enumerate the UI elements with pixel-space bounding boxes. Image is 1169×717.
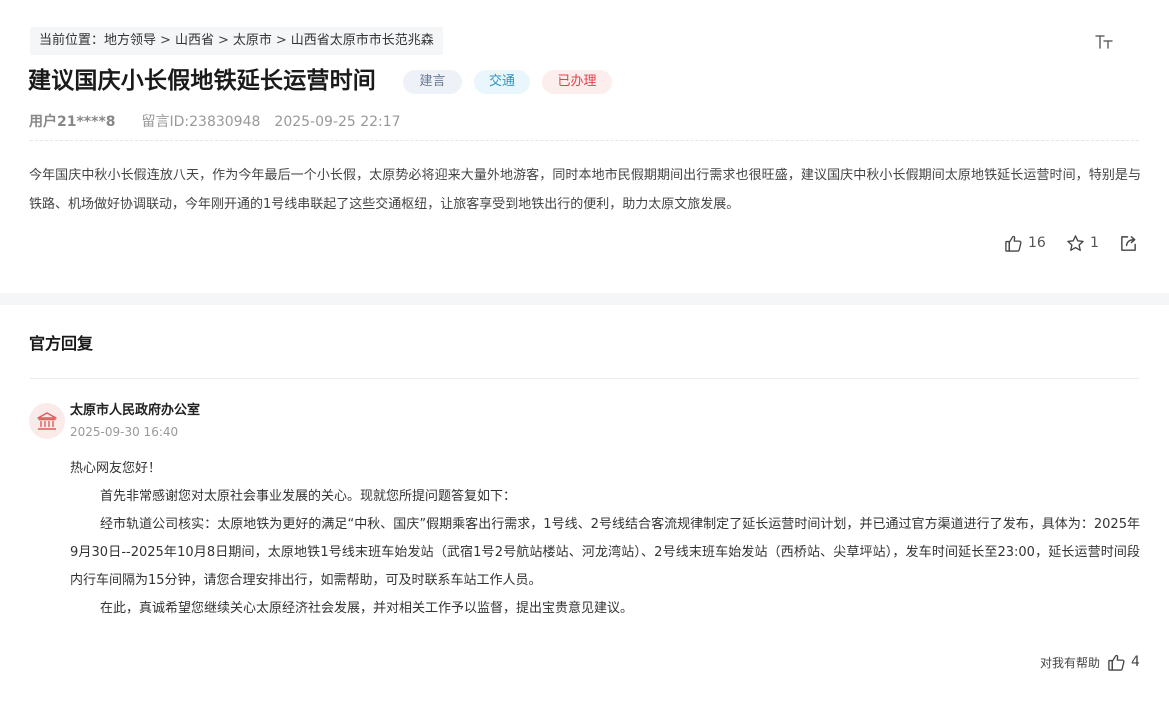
section-divider [0, 293, 1169, 305]
star-icon [1067, 234, 1084, 251]
reply-paragraph: 在此，真诚希望您继续关心太原经济社会发展，并对相关工作予以监督，提出宝贵意见建议… [100, 601, 634, 616]
government-building-icon [37, 412, 57, 430]
helpful-label: 对我有帮助 [1040, 655, 1101, 670]
thumbs-up-icon [1005, 235, 1022, 252]
breadcrumb-item-region[interactable]: 地方领导 [104, 33, 156, 48]
share-icon [1121, 235, 1136, 251]
reply-paragraph: 首先非常感谢您对太原社会事业发展的关心。现就您所提问题答复如下： [100, 489, 517, 504]
font-size-icon[interactable] [1094, 32, 1116, 54]
reply-paragraph: 经市轨道公司核实：太原地铁为更好的满足“中秋、国庆”假期乘客出行需求，1号线、2… [70, 517, 1140, 588]
reply-heading: 官方回复 [29, 334, 94, 353]
breadcrumb: 当前位置：地方领导 > 山西省 > 太原市 > 山西省太原市市长范兆森 [30, 27, 443, 55]
reply-greeting: 热心网友您好！ [70, 461, 162, 476]
post-content: 今年国庆中秋小长假连放八天，作为今年最后一个小长假，太原势必将迎来大量外地游客，… [29, 168, 1141, 212]
reply-body: 热心网友您好！ 首先非常感谢您对太原社会事业发展的关心。现就您所提问题答复如下：… [70, 455, 1140, 623]
meta-divider [30, 140, 1139, 141]
like-count: 16 [1028, 235, 1046, 251]
breadcrumb-item-leader[interactable]: 山西省太原市市长范兆森 [291, 33, 434, 48]
helpful-button[interactable]: 对我有帮助 4 [1040, 651, 1140, 673]
post-datetime: 2025-09-25 22:17 [274, 114, 401, 130]
status-badge: 已办理 [542, 70, 612, 94]
breadcrumb-separator: > [217, 33, 229, 48]
post-meta: 用户21****8 留言ID:23830948 2025-09-25 22:17 [29, 112, 401, 132]
like-button[interactable]: 16 [1004, 232, 1046, 254]
reply-divider [30, 378, 1139, 379]
message-id: 留言ID:23830948 [141, 114, 261, 130]
helpful-count: 4 [1131, 654, 1140, 670]
avatar [29, 403, 65, 439]
share-button[interactable] [1119, 232, 1143, 254]
org-name: 太原市人民政府办公室 [70, 403, 201, 418]
breadcrumb-item-province[interactable]: 山西省 [175, 33, 214, 48]
breadcrumb-separator: > [275, 33, 287, 48]
reply-datetime: 2025-09-30 16:40 [70, 425, 179, 439]
post-user: 用户21****8 [29, 114, 116, 130]
favorite-count: 1 [1090, 235, 1099, 251]
tag-traffic: 交通 [474, 70, 530, 94]
breadcrumb-prefix: 当前位置： [39, 33, 105, 48]
favorite-button[interactable]: 1 [1066, 232, 1099, 254]
tag-suggestion: 建言 [403, 70, 462, 94]
post-title: 建议国庆小长假地铁延长运营时间 [28, 68, 376, 94]
breadcrumb-separator: > [160, 33, 171, 48]
thumbs-up-icon [1108, 654, 1125, 671]
breadcrumb-item-city[interactable]: 太原市 [233, 33, 272, 48]
